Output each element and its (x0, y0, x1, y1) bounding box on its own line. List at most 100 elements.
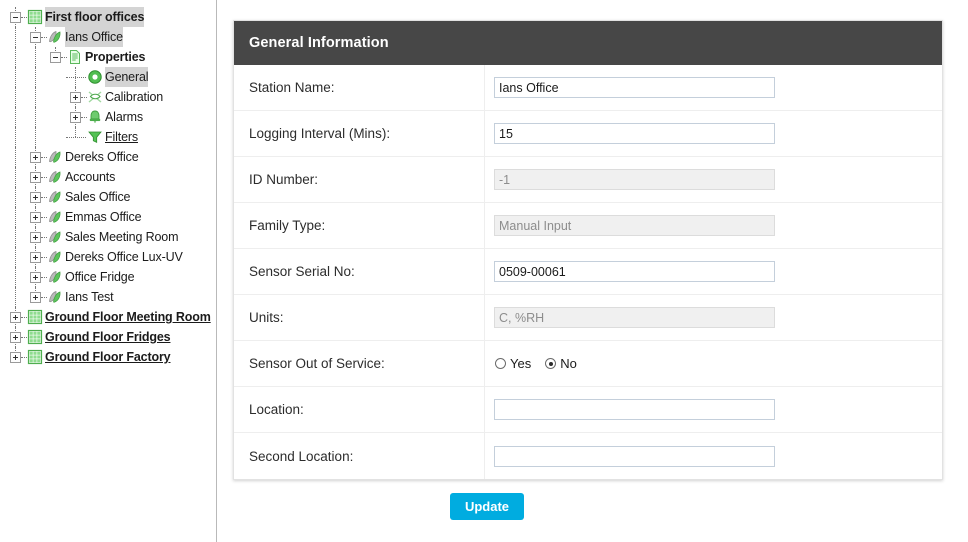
tree-guide-line (15, 187, 16, 207)
tree-node[interactable]: Dereks Office (0, 147, 216, 167)
input-logging-interval[interactable] (494, 123, 775, 144)
expand-node-icon[interactable] (70, 112, 81, 123)
tree-node[interactable]: Sales Office (0, 187, 216, 207)
tree-node[interactable]: General (0, 67, 216, 87)
field-label-id-number: ID Number: (234, 157, 485, 202)
station-tree[interactable]: First floor offices Ians Office Properties… (0, 0, 216, 367)
field-value-second-location (485, 445, 942, 467)
tree-node-label[interactable]: Filters (105, 127, 138, 147)
tree-node[interactable]: Sales Meeting Room (0, 227, 216, 247)
sensor-icon (47, 269, 63, 285)
tree-node-label[interactable]: Sales Office (65, 187, 131, 207)
tree-node-label[interactable]: Ground Floor Meeting Room (45, 307, 211, 327)
tree-node-label[interactable]: Office Fridge (65, 267, 135, 287)
update-button[interactable]: Update (450, 493, 524, 520)
form-row-family-type: Family Type: (234, 203, 942, 249)
expand-node-icon[interactable] (30, 292, 41, 303)
field-value-logging-interval (485, 123, 942, 144)
grid-icon (27, 349, 43, 365)
radio-indicator[interactable] (545, 358, 557, 369)
tree-guide-line (15, 207, 16, 227)
expand-node-icon[interactable] (30, 252, 41, 263)
expand-node-icon[interactable] (70, 92, 81, 103)
tree-guide-line (15, 267, 16, 287)
label-text: Second Location: (249, 448, 354, 464)
form-row-units: Units: (234, 295, 942, 341)
tree-node-label[interactable]: Accounts (65, 167, 115, 187)
tree-node-label[interactable]: Properties (85, 47, 145, 67)
field-value-units (485, 307, 942, 328)
sensor-icon (47, 149, 63, 165)
tree-node[interactable]: Emmas Office (0, 207, 216, 227)
expand-node-icon[interactable] (30, 212, 41, 223)
tree-node[interactable]: Accounts (0, 167, 216, 187)
tree-guide-line (15, 147, 16, 167)
label-text: Units: (249, 310, 284, 325)
tree-node[interactable]: Ground Floor Factory (0, 347, 216, 367)
radio-indicator[interactable] (495, 358, 506, 369)
tree-node[interactable]: Alarms (0, 107, 216, 127)
label-text: Sensor Serial No: (249, 264, 355, 279)
tree-node-label[interactable]: Ground Floor Fridges (45, 327, 171, 347)
document-icon (67, 49, 83, 65)
tree-node[interactable]: Filters (0, 127, 216, 147)
expand-node-icon[interactable] (30, 272, 41, 283)
tree-node[interactable]: Ground Floor Fridges (0, 327, 216, 347)
input-station-name[interactable] (494, 77, 775, 98)
tree-node-label[interactable]: Emmas Office (65, 207, 142, 227)
tree-node[interactable]: Calibration (0, 87, 216, 107)
tree-node-label[interactable]: Dereks Office Lux-UV (65, 247, 183, 267)
tree-node-label[interactable]: Sales Meeting Room (65, 227, 178, 247)
tree-node-label[interactable]: First floor offices (45, 7, 144, 27)
radio-label: No (560, 356, 577, 371)
expand-node-icon[interactable] (10, 352, 21, 363)
field-value-station-name (485, 77, 942, 98)
collapse-node-icon[interactable] (10, 12, 21, 23)
sensor-icon (47, 209, 63, 225)
collapse-node-icon[interactable] (50, 52, 61, 63)
tree-guide-line (35, 67, 36, 87)
tree-guide-line (35, 127, 36, 147)
input-sensor-serial-no[interactable] (494, 261, 775, 282)
input-second-location[interactable] (494, 445, 775, 467)
label-text: ID Number: (249, 172, 319, 187)
collapse-node-icon[interactable] (30, 32, 41, 43)
tree-node-label[interactable]: Ians Test (65, 287, 114, 307)
form-row-logging-interval: Logging Interval (Mins): (234, 111, 942, 157)
tree-node-label[interactable]: Ground Floor Factory (45, 347, 171, 367)
tree-node[interactable]: First floor offices (0, 7, 216, 27)
input-family-type (494, 215, 775, 236)
tree-node[interactable]: Ians Test (0, 287, 216, 307)
circle-icon (87, 69, 103, 85)
tree-node[interactable]: Properties (0, 47, 216, 67)
tree-node-label[interactable]: Calibration (105, 87, 163, 107)
calibration-icon (87, 89, 103, 105)
input-location[interactable] (494, 399, 775, 420)
tree-guide-line (66, 137, 86, 138)
expand-node-icon[interactable] (30, 152, 41, 163)
tree-node-label[interactable]: Ians Office (65, 27, 123, 47)
form-row-second-location: Second Location: (234, 433, 942, 479)
tree-node[interactable]: Ians Office (0, 27, 216, 47)
expand-node-icon[interactable] (30, 232, 41, 243)
sensor-icon (47, 29, 63, 45)
radio-sensor-out-of-service-no[interactable]: No (545, 356, 577, 371)
input-id-number (494, 169, 775, 190)
radio-group-sensor-out-of-service[interactable]: Yes No (494, 356, 591, 371)
expand-node-icon[interactable] (30, 172, 41, 183)
tree-node[interactable]: Dereks Office Lux-UV (0, 247, 216, 267)
tree-node-label[interactable]: Dereks Office (65, 147, 139, 167)
main-content: General Information Station Name: Logging… (217, 0, 968, 542)
tree-node[interactable]: Ground Floor Meeting Room (0, 307, 216, 327)
general-information-form: Station Name: Logging Interval (Mins): ID … (234, 65, 942, 479)
grid-icon (27, 9, 43, 25)
tree-node-label[interactable]: General (105, 67, 149, 87)
panel-title: General Information (234, 21, 942, 65)
expand-node-icon[interactable] (10, 332, 21, 343)
field-label-sensor-out-of-service: Sensor Out of Service: (234, 341, 485, 386)
radio-sensor-out-of-service-yes[interactable]: Yes (495, 356, 531, 371)
expand-node-icon[interactable] (30, 192, 41, 203)
tree-node-label[interactable]: Alarms (105, 107, 143, 127)
tree-node[interactable]: Office Fridge (0, 267, 216, 287)
expand-node-icon[interactable] (10, 312, 21, 323)
